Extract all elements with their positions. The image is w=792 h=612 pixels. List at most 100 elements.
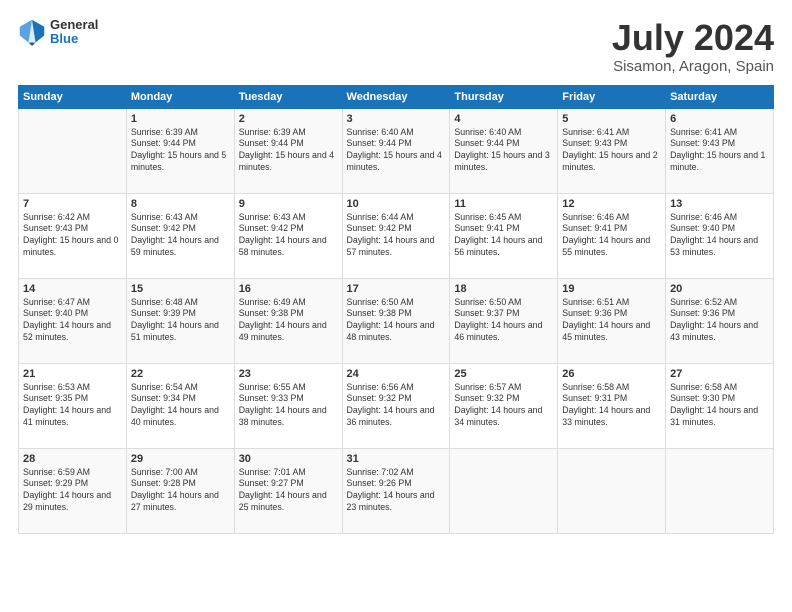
day-info: Sunrise: 6:39 AMSunset: 9:44 PMDaylight:… [239, 127, 338, 175]
header-tuesday: Tuesday [234, 85, 342, 108]
day-info: Sunrise: 6:45 AMSunset: 9:41 PMDaylight:… [454, 212, 553, 260]
table-row: 17Sunrise: 6:50 AMSunset: 9:38 PMDayligh… [342, 278, 450, 363]
table-row: 29Sunrise: 7:00 AMSunset: 9:28 PMDayligh… [126, 448, 234, 533]
day-number: 26 [562, 368, 661, 380]
title-block: July 2024 Sisamon, Aragon, Spain [612, 18, 774, 75]
day-info: Sunrise: 6:52 AMSunset: 9:36 PMDaylight:… [670, 297, 769, 345]
day-number: 5 [562, 113, 661, 125]
table-row: 21 Sunrise: 6:53 AMSunset: 9:35 PMDayligh… [19, 363, 127, 448]
day-info: Sunrise: 6:53 AMSunset: 9:35 PMDaylight:… [23, 382, 122, 430]
table-row: 16Sunrise: 6:49 AMSunset: 9:38 PMDayligh… [234, 278, 342, 363]
week-row-1: 1Sunrise: 6:39 AMSunset: 9:44 PMDaylight… [19, 108, 774, 193]
day-number: 25 [454, 368, 553, 380]
day-info: Sunrise: 7:01 AMSunset: 9:27 PMDaylight:… [239, 467, 338, 515]
header-monday: Monday [126, 85, 234, 108]
day-info: Sunrise: 6:40 AMSunset: 9:44 PMDaylight:… [454, 127, 553, 175]
day-info: Sunrise: 6:49 AMSunset: 9:38 PMDaylight:… [239, 297, 338, 345]
day-info: Sunrise: 6:57 AMSunset: 9:32 PMDaylight:… [454, 382, 553, 430]
table-row: 19 Sunrise: 6:51 AMSunset: 9:36 PMDayligh… [558, 278, 666, 363]
logo: General Blue [18, 18, 98, 47]
day-info: Sunrise: 6:58 AMSunset: 9:30 PMDaylight:… [670, 382, 769, 430]
day-number: 9 [239, 198, 338, 210]
day-number: 10 [347, 198, 446, 210]
day-number: 21 [23, 368, 122, 380]
day-info: Sunrise: 6:59 AMSunset: 9:29 PMDaylight:… [23, 467, 122, 515]
table-row: 8 Sunrise: 6:43 AMSunset: 9:42 PMDaylight… [126, 193, 234, 278]
day-info: Sunrise: 6:50 AMSunset: 9:38 PMDaylight:… [347, 297, 446, 345]
day-info: Sunrise: 6:50 AMSunset: 9:37 PMDaylight:… [454, 297, 553, 345]
table-row: 2 Sunrise: 6:39 AMSunset: 9:44 PMDaylight… [234, 108, 342, 193]
day-info: Sunrise: 6:44 AMSunset: 9:42 PMDaylight:… [347, 212, 446, 260]
day-number: 27 [670, 368, 769, 380]
table-row: 20 Sunrise: 6:52 AMSunset: 9:36 PMDayligh… [666, 278, 774, 363]
day-info: Sunrise: 6:41 AMSunset: 9:43 PMDaylight:… [670, 127, 769, 175]
table-row: 18Sunrise: 6:50 AMSunset: 9:37 PMDayligh… [450, 278, 558, 363]
day-info: Sunrise: 6:46 AMSunset: 9:40 PMDaylight:… [670, 212, 769, 260]
calendar-table: Sunday Monday Tuesday Wednesday Thursday… [18, 85, 774, 534]
day-number: 13 [670, 198, 769, 210]
table-row: 9 Sunrise: 6:43 AMSunset: 9:42 PMDaylight… [234, 193, 342, 278]
day-number: 8 [131, 198, 230, 210]
table-row: 4 Sunrise: 6:40 AMSunset: 9:44 PMDaylight… [450, 108, 558, 193]
table-row: 11 Sunrise: 6:45 AMSunset: 9:41 PMDayligh… [450, 193, 558, 278]
table-row: 14Sunrise: 6:47 AMSunset: 9:40 PMDayligh… [19, 278, 127, 363]
week-row-4: 21 Sunrise: 6:53 AMSunset: 9:35 PMDayligh… [19, 363, 774, 448]
week-row-5: 28 Sunrise: 6:59 AMSunset: 9:29 PMDayligh… [19, 448, 774, 533]
header-thursday: Thursday [450, 85, 558, 108]
weekday-header-row: Sunday Monday Tuesday Wednesday Thursday… [19, 85, 774, 108]
table-row: 5 Sunrise: 6:41 AMSunset: 9:43 PMDaylight… [558, 108, 666, 193]
day-number: 12 [562, 198, 661, 210]
table-row: 30 Sunrise: 7:01 AMSunset: 9:27 PMDayligh… [234, 448, 342, 533]
day-number: 23 [239, 368, 338, 380]
table-row: 7Sunrise: 6:42 AMSunset: 9:43 PMDaylight… [19, 193, 127, 278]
header-friday: Friday [558, 85, 666, 108]
day-number: 22 [131, 368, 230, 380]
month-title: July 2024 [612, 18, 774, 58]
day-info: Sunrise: 6:39 AMSunset: 9:44 PMDaylight:… [131, 127, 230, 175]
day-info: Sunrise: 6:40 AMSunset: 9:44 PMDaylight:… [347, 127, 446, 175]
day-info: Sunrise: 6:54 AMSunset: 9:34 PMDaylight:… [131, 382, 230, 430]
table-row: 25 Sunrise: 6:57 AMSunset: 9:32 PMDayligh… [450, 363, 558, 448]
week-row-2: 7Sunrise: 6:42 AMSunset: 9:43 PMDaylight… [19, 193, 774, 278]
day-number: 14 [23, 283, 122, 295]
table-row: 24Sunrise: 6:56 AMSunset: 9:32 PMDayligh… [342, 363, 450, 448]
day-number: 15 [131, 283, 230, 295]
page-header: General Blue July 2024 Sisamon, Aragon, … [18, 18, 774, 75]
table-row: 23 Sunrise: 6:55 AMSunset: 9:33 PMDayligh… [234, 363, 342, 448]
header-wednesday: Wednesday [342, 85, 450, 108]
logo-text: General Blue [50, 18, 98, 47]
table-row: 1Sunrise: 6:39 AMSunset: 9:44 PMDaylight… [126, 108, 234, 193]
day-number: 20 [670, 283, 769, 295]
table-row: 27 Sunrise: 6:58 AMSunset: 9:30 PMDayligh… [666, 363, 774, 448]
table-row [666, 448, 774, 533]
day-info: Sunrise: 6:55 AMSunset: 9:33 PMDaylight:… [239, 382, 338, 430]
day-info: Sunrise: 6:43 AMSunset: 9:42 PMDaylight:… [239, 212, 338, 260]
table-row [450, 448, 558, 533]
day-number: 30 [239, 453, 338, 465]
week-row-3: 14Sunrise: 6:47 AMSunset: 9:40 PMDayligh… [19, 278, 774, 363]
table-row [558, 448, 666, 533]
day-info: Sunrise: 7:00 AMSunset: 9:28 PMDaylight:… [131, 467, 230, 515]
day-info: Sunrise: 6:43 AMSunset: 9:42 PMDaylight:… [131, 212, 230, 260]
table-row [19, 108, 127, 193]
table-row: 26 Sunrise: 6:58 AMSunset: 9:31 PMDayligh… [558, 363, 666, 448]
day-number: 28 [23, 453, 122, 465]
header-sunday: Sunday [19, 85, 127, 108]
logo-general: General [50, 18, 98, 32]
day-number: 11 [454, 198, 553, 210]
day-info: Sunrise: 6:42 AMSunset: 9:43 PMDaylight:… [23, 212, 122, 260]
day-number: 24 [347, 368, 446, 380]
table-row: 15Sunrise: 6:48 AMSunset: 9:39 PMDayligh… [126, 278, 234, 363]
day-number: 19 [562, 283, 661, 295]
table-row: 31Sunrise: 7:02 AMSunset: 9:26 PMDayligh… [342, 448, 450, 533]
day-info: Sunrise: 7:02 AMSunset: 9:26 PMDaylight:… [347, 467, 446, 515]
day-info: Sunrise: 6:46 AMSunset: 9:41 PMDaylight:… [562, 212, 661, 260]
logo-icon [18, 18, 46, 46]
location-title: Sisamon, Aragon, Spain [612, 58, 774, 75]
day-info: Sunrise: 6:58 AMSunset: 9:31 PMDaylight:… [562, 382, 661, 430]
day-info: Sunrise: 6:51 AMSunset: 9:36 PMDaylight:… [562, 297, 661, 345]
day-info: Sunrise: 6:41 AMSunset: 9:43 PMDaylight:… [562, 127, 661, 175]
day-number: 3 [347, 113, 446, 125]
day-number: 4 [454, 113, 553, 125]
day-number: 2 [239, 113, 338, 125]
